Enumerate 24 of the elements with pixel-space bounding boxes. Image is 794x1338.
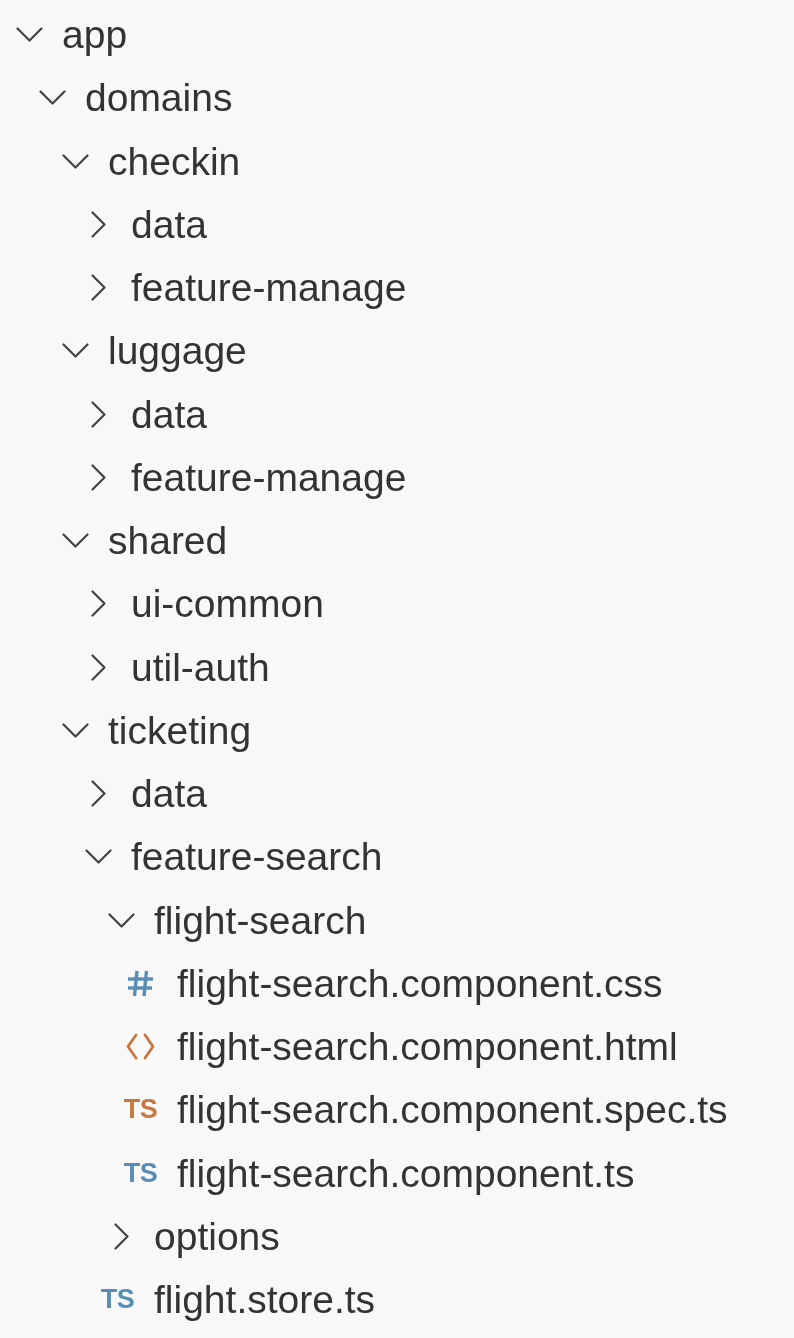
- folder-item[interactable]: luggage: [62, 331, 247, 371]
- folder-item[interactable]: checkin: [62, 141, 241, 181]
- ts-icon: TS: [100, 1286, 135, 1314]
- folder-item[interactable]: feature-search: [85, 837, 383, 877]
- folder-item[interactable]: util-auth: [85, 647, 270, 687]
- file-item[interactable]: TS flight.store.ts: [100, 1280, 376, 1320]
- file-item[interactable]: flight-search.component.css: [123, 963, 663, 1003]
- folder-item[interactable]: shared: [62, 521, 228, 561]
- folder-item[interactable]: feature-manage: [85, 457, 407, 497]
- folder-item[interactable]: ticketing: [62, 710, 252, 750]
- folder-item[interactable]: data: [85, 204, 207, 244]
- folder-item[interactable]: data: [85, 774, 207, 814]
- folder-item[interactable]: feature-manage: [85, 268, 407, 308]
- folder-item[interactable]: app: [16, 15, 128, 55]
- folder-item[interactable]: domains: [39, 78, 233, 118]
- folder-item[interactable]: flight-search: [108, 900, 367, 940]
- ts-icon: TS: [123, 1159, 158, 1187]
- file-item[interactable]: flight-search.component.html: [123, 1027, 678, 1067]
- file-item[interactable]: TS flight-search.component.spec.ts: [123, 1090, 728, 1130]
- folder-item[interactable]: data: [85, 394, 207, 434]
- folder-item[interactable]: options: [108, 1216, 280, 1256]
- file-item[interactable]: TS flight-search.component.ts: [123, 1153, 635, 1193]
- ts-icon: TS: [123, 1096, 158, 1124]
- folder-item[interactable]: ui-common: [85, 584, 324, 624]
